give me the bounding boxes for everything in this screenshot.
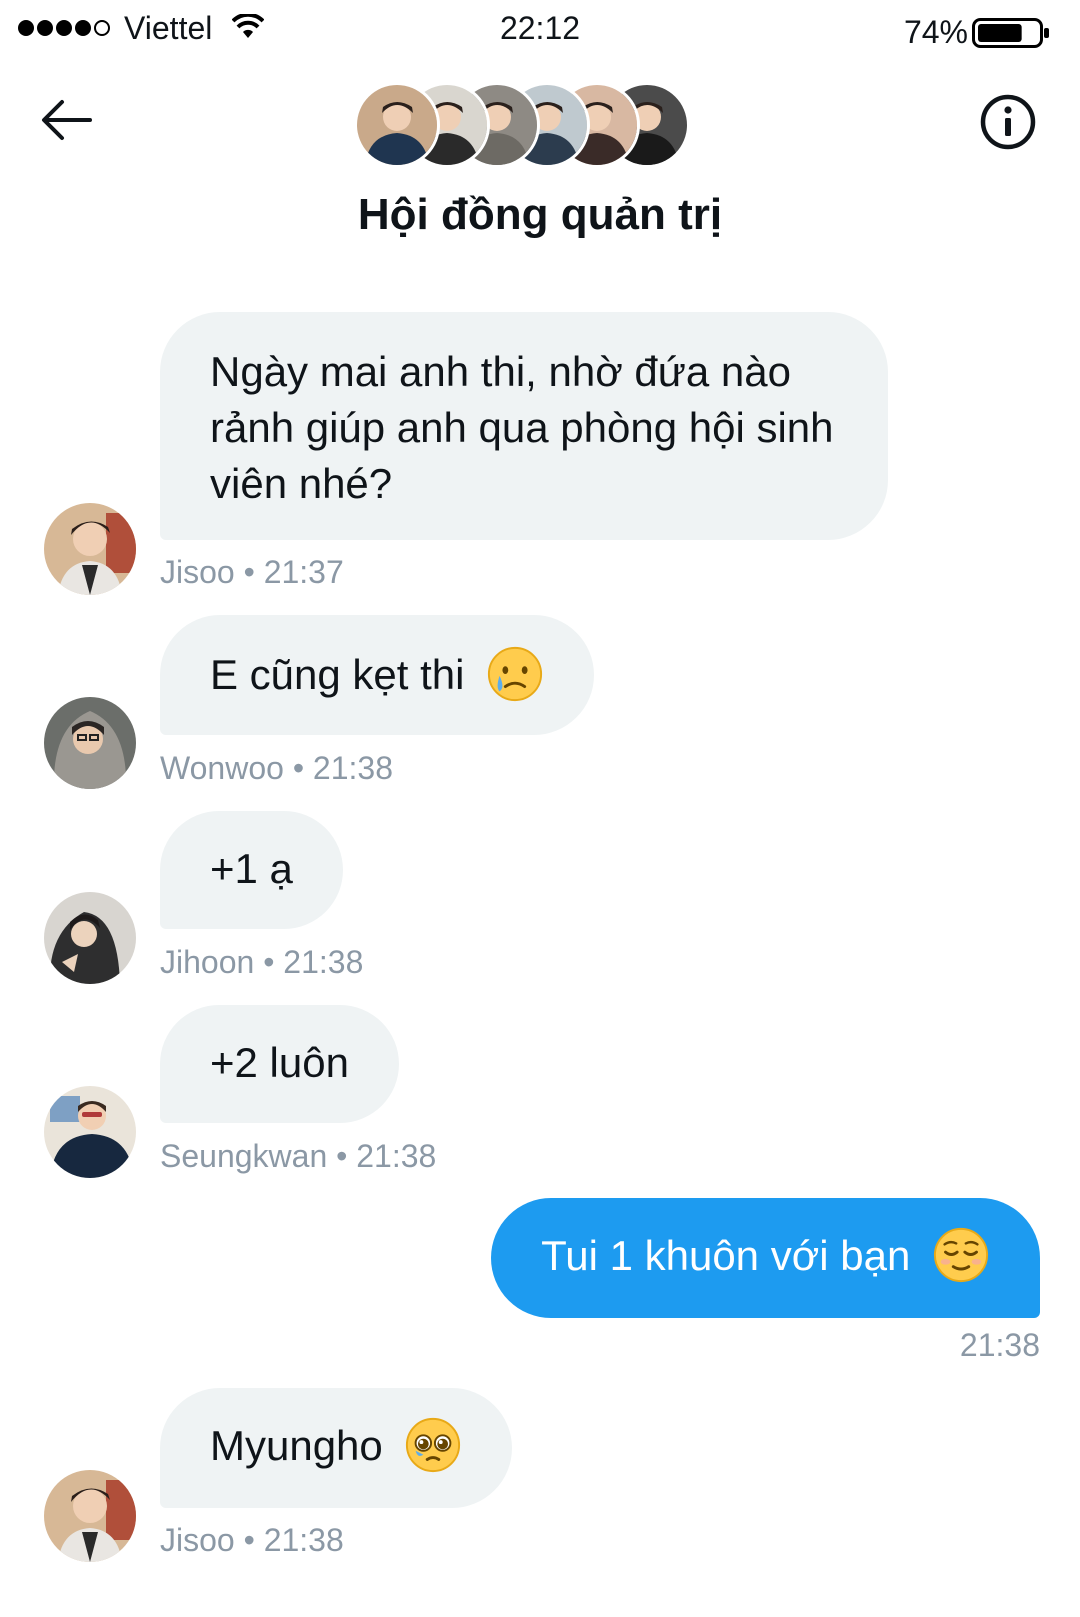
message-text: E cũng kẹt thi — [210, 651, 465, 698]
group-avatars[interactable] — [354, 82, 734, 168]
message-meta: Seungkwan • 21:38 — [160, 1138, 437, 1174]
message-meta: 21:38 — [959, 1327, 1040, 1363]
message-meta: Jisoo • 21:38 — [160, 1522, 344, 1558]
battery-percent: 74% — [903, 14, 968, 50]
message-text: Myungho — [210, 1422, 383, 1469]
crying-face-icon — [488, 646, 543, 701]
back-arrow-icon[interactable] — [40, 98, 92, 142]
message-bubble[interactable]: Tui 1 khuôn với bạn — [491, 1198, 1040, 1318]
info-icon[interactable] — [980, 94, 1036, 150]
message-text: +2 luôn — [210, 1039, 349, 1086]
message-text: Tui 1 khuôn với bạn — [541, 1232, 911, 1279]
status-bar: Viettel 22:12 74% — [0, 0, 1080, 60]
conversation-title[interactable]: Hội đồng quản trị — [0, 190, 1080, 240]
pleading-face-icon — [406, 1417, 461, 1472]
message-bubble[interactable]: +2 luôn — [160, 1005, 399, 1123]
avatar[interactable] — [44, 892, 136, 984]
message-text: +1 ạ — [210, 845, 293, 892]
message-meta: Jisoo • 21:37 — [160, 554, 344, 590]
avatar[interactable] — [44, 1470, 136, 1562]
avatar[interactable] — [44, 503, 136, 595]
message-bubble[interactable]: Ngày mai anh thi, nhờ đứa nào rảnh giúp … — [160, 312, 888, 540]
message-bubble[interactable]: E cũng kẹt thi — [160, 615, 595, 735]
relieved-face-icon — [933, 1227, 989, 1282]
battery-icon — [972, 18, 1049, 48]
message-meta: Jihoon • 21:38 — [160, 944, 364, 980]
group-avatar-1 — [354, 82, 440, 168]
avatar[interactable] — [44, 1086, 136, 1178]
message-text: Ngày mai anh thi, nhờ đứa nào rảnh giúp … — [210, 348, 834, 507]
message-meta: Wonwoo • 21:38 — [160, 750, 393, 786]
avatar[interactable] — [44, 697, 136, 789]
message-bubble[interactable]: +1 ạ — [160, 811, 343, 929]
message-bubble[interactable]: Myungho — [160, 1388, 513, 1508]
